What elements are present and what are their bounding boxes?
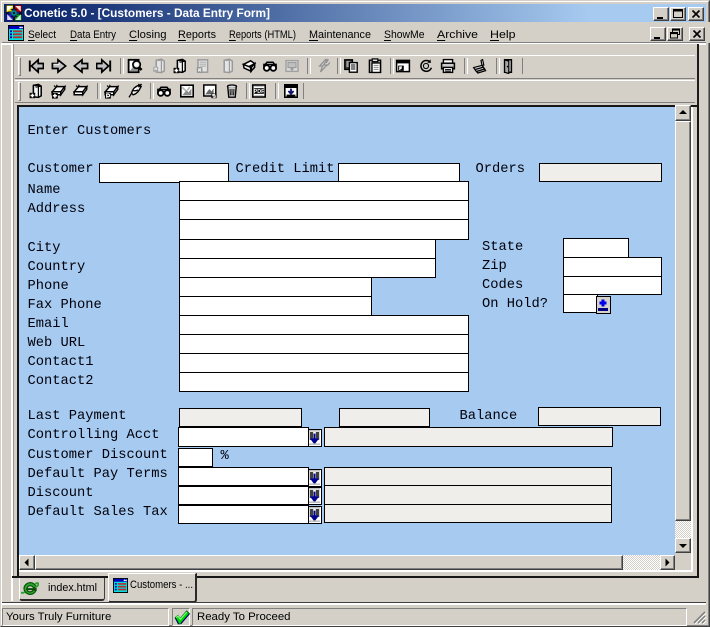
svg-text:PDF: PDF bbox=[254, 89, 265, 95]
